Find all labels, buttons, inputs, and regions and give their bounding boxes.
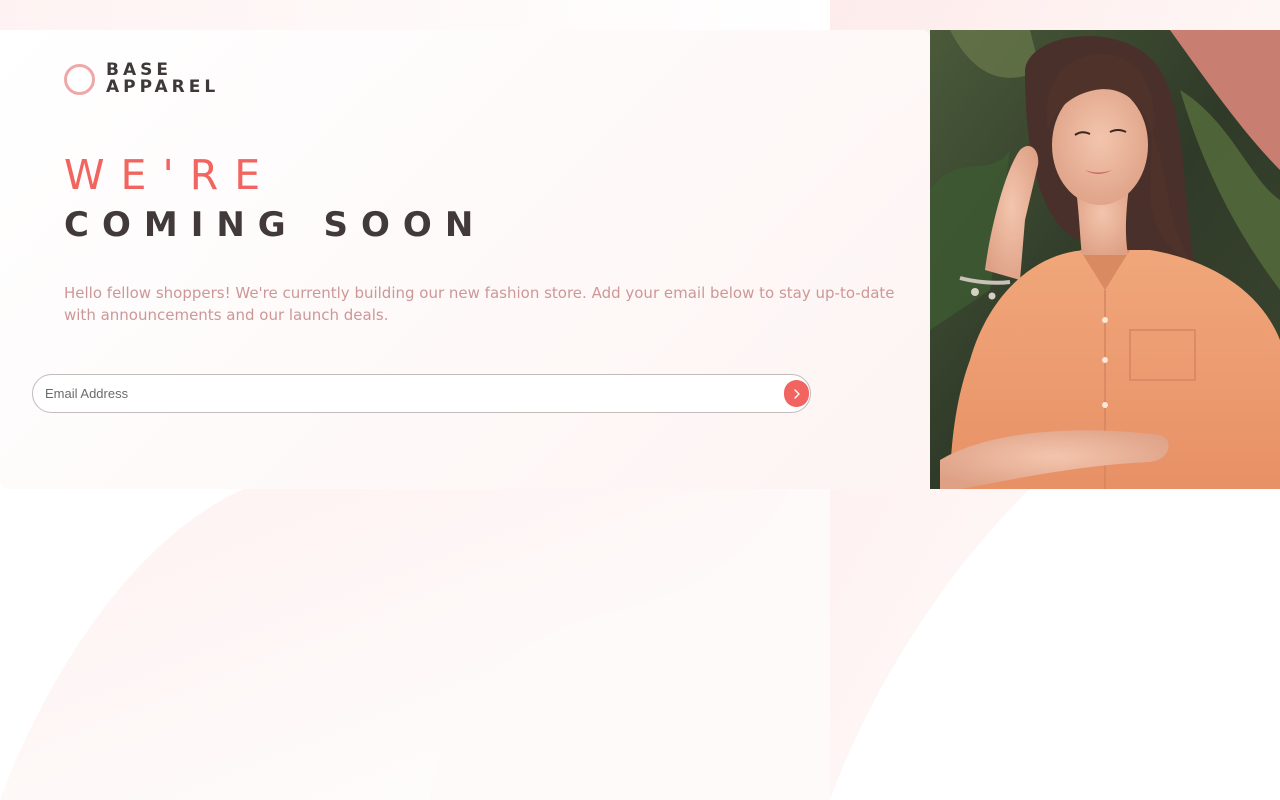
signup-form	[32, 374, 811, 413]
logo-circle-icon	[64, 63, 95, 95]
heading-main: COMING SOON	[64, 205, 487, 245]
submit-button[interactable]	[784, 380, 809, 407]
logo-line-2: APPAREL	[106, 77, 220, 97]
brand-logo[interactable]: BASE APPAREL	[64, 62, 219, 96]
heading-accent: WE'RE	[64, 151, 277, 199]
logo-wordmark: BASE APPAREL	[106, 62, 219, 96]
top-strip	[0, 0, 830, 30]
hero-photo	[930, 30, 1280, 489]
woman-orange-shirt-image	[930, 30, 1280, 489]
content-card	[0, 30, 930, 489]
intro-text: Hello fellow shoppers! We're currently b…	[64, 284, 895, 324]
page-heading: WE'RE COMING SOON	[64, 152, 486, 250]
chevron-right-icon	[793, 388, 800, 399]
email-input[interactable]	[33, 375, 784, 412]
